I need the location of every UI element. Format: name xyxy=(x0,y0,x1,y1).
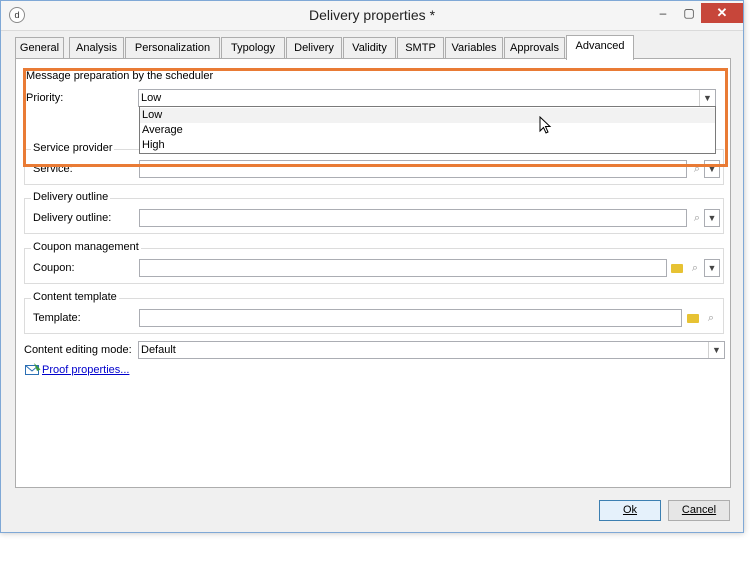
delivery-outline-title: Delivery outline xyxy=(31,191,111,203)
delivery-outline-field[interactable] xyxy=(139,209,687,227)
tab-smtp[interactable]: SMTP xyxy=(397,37,444,59)
content-template-section: Content template Template: ⌕ xyxy=(24,291,724,334)
tab-validity[interactable]: Validity xyxy=(343,37,396,59)
dialog-window: d Delivery properties * – ▢ ✕ General An… xyxy=(0,0,744,533)
service-dropdown-chevron-down-icon[interactable]: ▼ xyxy=(704,160,720,178)
tab-general[interactable]: General xyxy=(15,37,64,59)
priority-select[interactable]: Low ▼ xyxy=(138,89,716,107)
content-template-title: Content template xyxy=(31,291,119,303)
coupon-chevron-down-icon[interactable]: ▼ xyxy=(704,259,720,277)
service-provider-title: Service provider xyxy=(31,142,115,154)
minimize-button[interactable]: – xyxy=(649,3,677,23)
folder-icon[interactable] xyxy=(671,264,683,273)
folder-icon[interactable] xyxy=(687,314,699,323)
tab-variables[interactable]: Variables xyxy=(445,37,503,59)
coupon-section: Coupon management Coupon: ⌕ ▼ xyxy=(24,241,724,284)
priority-option-low[interactable]: Low xyxy=(140,108,715,123)
tab-analysis[interactable]: Analysis xyxy=(69,37,124,59)
priority-dropdown-list[interactable]: Low Average High xyxy=(139,106,716,154)
content-editing-mode-select[interactable]: Default ▼ xyxy=(138,341,725,359)
search-icon[interactable]: ⌕ xyxy=(689,160,705,178)
delivery-outline-chevron-down-icon[interactable]: ▼ xyxy=(704,209,720,227)
tab-typology[interactable]: Typology xyxy=(221,37,285,59)
close-button[interactable]: ✕ xyxy=(701,3,743,23)
search-icon[interactable]: ⌕ xyxy=(687,259,703,277)
coupon-section-title: Coupon management xyxy=(31,241,141,253)
priority-select-value: Low xyxy=(141,92,162,104)
mouse-cursor-icon xyxy=(539,116,552,134)
priority-option-average[interactable]: Average xyxy=(140,123,715,138)
tab-personalization[interactable]: Personalization xyxy=(125,37,220,59)
cancel-button-label: Cancel xyxy=(681,504,717,516)
search-icon[interactable]: ⌕ xyxy=(703,309,719,327)
content-editing-mode-value: Default xyxy=(141,344,176,356)
service-provider-section: Service provider Service: ⌕ ▼ xyxy=(24,142,724,185)
chevron-down-icon[interactable]: ▼ xyxy=(708,342,724,358)
ok-button[interactable]: Ok xyxy=(599,500,661,521)
content-editing-mode-label: Content editing mode: xyxy=(24,344,132,356)
coupon-label: Coupon: xyxy=(33,262,75,274)
tab-delivery[interactable]: Delivery xyxy=(286,37,342,59)
service-field[interactable] xyxy=(139,160,687,178)
template-field[interactable] xyxy=(139,309,682,327)
service-label: Service: xyxy=(33,163,73,175)
proof-envelope-icon xyxy=(25,363,41,375)
priority-option-high[interactable]: High xyxy=(140,138,715,153)
ok-button-label: Ok xyxy=(622,504,638,516)
priority-label: Priority: xyxy=(26,92,64,104)
tab-advanced[interactable]: Advanced xyxy=(566,35,634,60)
title-bar: d Delivery properties * – ▢ ✕ xyxy=(1,1,743,31)
chevron-down-icon[interactable]: ▼ xyxy=(699,90,715,106)
delivery-outline-section: Delivery outline Delivery outline: ⌕ ▼ xyxy=(24,191,724,234)
search-icon[interactable]: ⌕ xyxy=(689,209,705,227)
cancel-button[interactable]: Cancel xyxy=(668,500,730,521)
maximize-button[interactable]: ▢ xyxy=(675,3,703,23)
window-title: Delivery properties * xyxy=(308,7,436,23)
delivery-outline-label: Delivery outline: xyxy=(33,212,112,224)
scheduler-section-title: Message preparation by the scheduler xyxy=(26,70,214,82)
proof-properties-link[interactable]: Proof properties... xyxy=(42,364,129,376)
coupon-field[interactable] xyxy=(139,259,667,277)
template-label: Template: xyxy=(33,312,81,324)
tab-approvals[interactable]: Approvals xyxy=(504,37,565,59)
